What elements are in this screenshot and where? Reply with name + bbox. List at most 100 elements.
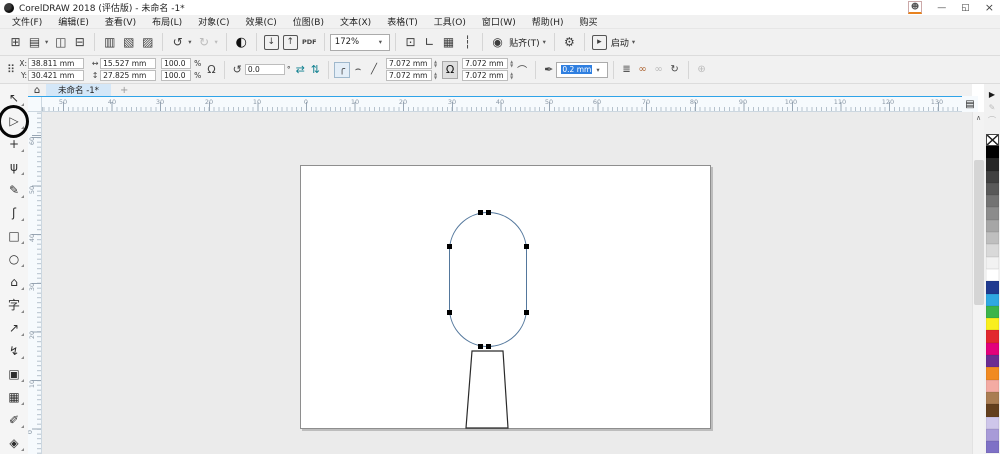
- round-corner-button[interactable]: ╭: [334, 62, 350, 78]
- new-document-icon[interactable]: ⊞: [6, 32, 25, 52]
- edit-corners-together-lock[interactable]: Ω: [442, 61, 458, 79]
- scalloped-corner-button[interactable]: ⌢: [350, 62, 366, 78]
- unlink-icon[interactable]: ∞: [651, 62, 667, 78]
- selection-node[interactable]: [524, 244, 529, 249]
- menu-item[interactable]: 文件(F): [4, 15, 50, 28]
- palette-flyout-icon[interactable]: ▶: [989, 88, 995, 101]
- rotation-angle-field[interactable]: 0.0: [245, 64, 285, 75]
- corner-radius-bl-field[interactable]: 7.072 mm: [386, 70, 432, 81]
- transparency-tool-icon[interactable]: ▦: [2, 385, 26, 408]
- x-position-field[interactable]: 38.811 mm: [28, 58, 84, 69]
- launch-icon[interactable]: ▸: [592, 35, 607, 50]
- show-rulers-icon[interactable]: ∟: [420, 32, 439, 52]
- palette-swatch[interactable]: [986, 355, 999, 367]
- menu-item[interactable]: 对象(C): [190, 15, 237, 28]
- zoom-dropdown-icon[interactable]: ▾: [379, 38, 382, 46]
- palette-swatch[interactable]: [986, 158, 999, 170]
- palette-swatch[interactable]: [986, 404, 999, 416]
- corner-bl-stepper[interactable]: ▲▼: [434, 72, 437, 80]
- connector-tool-icon[interactable]: ↯: [2, 339, 26, 362]
- corner-radius-tl-field[interactable]: 7.072 mm: [386, 58, 432, 69]
- export-icon[interactable]: ↑: [283, 35, 298, 50]
- palette-swatch[interactable]: [986, 195, 999, 207]
- open-icon[interactable]: ▤: [25, 32, 44, 52]
- menu-item[interactable]: 工具(O): [426, 15, 474, 28]
- lock-ratio-icon[interactable]: Ω: [207, 63, 215, 76]
- text-tool-icon[interactable]: 字: [2, 293, 26, 316]
- scale-x-field[interactable]: 100.0: [161, 58, 191, 69]
- copy-icon[interactable]: ▧: [119, 32, 138, 52]
- outline-width-dropdown-icon[interactable]: ▾: [596, 66, 599, 74]
- fill-tool-icon[interactable]: ◈: [2, 431, 26, 454]
- palette-swatch[interactable]: [986, 441, 999, 453]
- rectangle-tool-icon[interactable]: □: [2, 224, 26, 247]
- menu-item[interactable]: 效果(C): [237, 15, 284, 28]
- print-icon[interactable]: ⊟: [70, 32, 89, 52]
- snap-icon[interactable]: ◉: [488, 32, 507, 52]
- pick-tool-icon[interactable]: ↖: [2, 86, 26, 109]
- corner-radius-tr-field[interactable]: 7.072 mm: [462, 58, 508, 69]
- corner-tr-stepper[interactable]: ▲▼: [510, 60, 513, 68]
- document-tab-active[interactable]: 未命名 -1*: [46, 84, 111, 96]
- launch-dropdown-icon[interactable]: ▾: [632, 38, 635, 46]
- position-target-icon[interactable]: ⊕: [694, 62, 710, 78]
- menu-item[interactable]: 帮助(H): [524, 15, 572, 28]
- undo-icon[interactable]: ↺: [168, 32, 187, 52]
- snap-label[interactable]: 贴齐(T): [509, 36, 540, 49]
- bezier-tool-icon[interactable]: ʃ: [2, 201, 26, 224]
- show-guidelines-icon[interactable]: ┆: [458, 32, 477, 52]
- drawing-canvas[interactable]: [42, 112, 972, 454]
- palette-swatch[interactable]: [986, 146, 999, 158]
- menu-item[interactable]: 布局(L): [144, 15, 190, 28]
- corner-tl-stepper[interactable]: ▲▼: [434, 60, 437, 68]
- palette-swatch[interactable]: [986, 171, 999, 183]
- palette-swatch[interactable]: [986, 392, 999, 404]
- minimize-button[interactable]: —: [937, 3, 946, 13]
- trapezoid-shape[interactable]: [462, 348, 514, 432]
- palette-swatch[interactable]: [986, 281, 999, 293]
- restore-button[interactable]: ◱: [961, 3, 970, 13]
- selection-node[interactable]: [486, 210, 491, 215]
- palette-swatch[interactable]: [986, 343, 999, 355]
- chamfered-corner-button[interactable]: ╱: [366, 62, 382, 78]
- show-grid-icon[interactable]: ▦: [439, 32, 458, 52]
- palette-swatch[interactable]: [986, 380, 999, 392]
- selection-node[interactable]: [478, 210, 483, 215]
- palette-swatch[interactable]: [986, 306, 999, 318]
- wrap-text-icon[interactable]: ≣: [619, 62, 635, 78]
- ruler-settings-icon[interactable]: ▤: [962, 96, 978, 112]
- redo-dropdown-icon[interactable]: ▾: [215, 38, 218, 46]
- undo-dropdown-icon[interactable]: ▾: [188, 38, 191, 46]
- eyedropper-tool-icon[interactable]: ✐: [2, 408, 26, 431]
- relative-corner-scaling-icon[interactable]: ⌒: [514, 62, 530, 78]
- palette-swatch[interactable]: [986, 318, 999, 330]
- palette-swatch[interactable]: [986, 367, 999, 379]
- shape-tool-icon[interactable]: ▷: [2, 109, 26, 132]
- ellipse-tool-icon[interactable]: ○: [2, 247, 26, 270]
- palette-swatch[interactable]: [986, 269, 999, 281]
- pan-tool-icon[interactable]: ψ: [2, 155, 26, 178]
- palette-swatch[interactable]: [986, 207, 999, 219]
- outline-width-combo[interactable]: 0.2 mm ▾: [556, 62, 607, 78]
- vertical-ruler[interactable]: 6050403020100: [28, 112, 42, 454]
- object-width-field[interactable]: 15.527 mm: [100, 58, 156, 69]
- crop-tool-icon[interactable]: +: [2, 132, 26, 155]
- palette-swatch[interactable]: [986, 183, 999, 195]
- publish-pdf-icon[interactable]: PDF: [300, 32, 319, 52]
- menu-item[interactable]: 编辑(E): [50, 15, 97, 28]
- redo-icon[interactable]: ↻: [195, 32, 214, 52]
- mirror-horizontal-icon[interactable]: ⇄: [296, 63, 305, 76]
- palette-swatch[interactable]: [986, 330, 999, 342]
- palette-pen-icon[interactable]: ✎: [989, 101, 996, 114]
- fullscreen-preview-icon[interactable]: ⊡: [401, 32, 420, 52]
- y-position-field[interactable]: 30.421 mm: [28, 70, 84, 81]
- palette-swatch[interactable]: [986, 417, 999, 429]
- no-color-swatch[interactable]: [986, 134, 999, 146]
- palette-swatch[interactable]: [986, 244, 999, 256]
- selection-node[interactable]: [524, 310, 529, 315]
- menu-item[interactable]: 窗口(W): [474, 15, 524, 28]
- scrollbar-thumb[interactable]: [974, 160, 984, 305]
- link-icon[interactable]: ∞: [635, 62, 651, 78]
- zoom-level-combo[interactable]: 172% ▾: [330, 34, 390, 51]
- menu-item[interactable]: 位图(B): [285, 15, 332, 28]
